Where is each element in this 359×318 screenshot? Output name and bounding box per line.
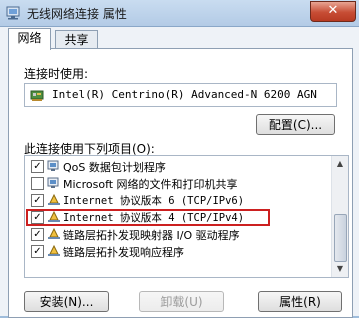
components-list[interactable]: ✓ QoS 数据包计划程序 Microsoft 网络的文件和打印机共享 ✓ In… [24,155,349,278]
list-item-selected[interactable]: ✓ Internet 协议版本 4 (TCP/IPv4) [25,209,331,226]
list-item[interactable]: Microsoft 网络的文件和打印机共享 [25,175,331,192]
connect-using-label: 连接时使用: [24,67,89,81]
uninstall-button[interactable]: 卸载(U) [139,291,224,312]
close-icon: ✕ [327,3,339,18]
network-protocol-icon [48,210,60,222]
tab-sharing[interactable]: 共享 [55,30,98,50]
scroll-down-arrow-icon[interactable]: ▼ [333,262,347,276]
list-item-label: Internet 协议版本 6 (TCP/IPv6) [63,195,245,207]
install-button[interactable]: 安装(N)... [24,291,109,312]
network-connection-icon [6,6,20,20]
list-item[interactable]: ✓ 链路层拓扑发现响应程序 [25,243,331,260]
tab-panel: 连接时使用: Intel(R) Centrino(R) Advanced-N 6… [8,48,353,318]
list-item-label: QoS 数据包计划程序 [63,161,166,174]
configure-button[interactable]: 配置(C)... [256,114,335,135]
title-bar: 无线网络连接 属性 ✕ [0,0,359,27]
list-item[interactable]: ✓ 链路层拓扑发现映射器 I/O 驱动程序 [25,226,331,243]
list-item-label: Microsoft 网络的文件和打印机共享 [63,178,238,191]
tab-network-label: 网络 [17,31,42,45]
properties-button-label: 属性(R) [279,295,321,309]
network-protocol-icon [48,193,60,205]
scroll-up-arrow-icon[interactable]: ▲ [333,157,347,171]
network-service-icon [47,160,59,171]
network-protocol-icon [48,227,60,239]
list-item[interactable]: ✓ QoS 数据包计划程序 [25,158,331,175]
checkbox[interactable]: ✓ [31,211,44,224]
scroll-thumb[interactable] [334,214,347,262]
network-protocol-icon [48,244,60,256]
list-scrollbar[interactable]: ▲ ▼ [331,156,348,277]
tab-sharing-label: 共享 [64,33,89,47]
properties-button[interactable]: 属性(R) [258,291,342,312]
configure-button-label: 配置(C)... [268,118,323,132]
network-adapter-icon [30,90,44,101]
checkbox[interactable]: ✓ [31,160,44,173]
close-button[interactable]: ✕ [310,1,356,22]
network-service-icon [47,177,59,188]
tab-network[interactable]: 网络 [8,28,51,50]
adapter-name: Intel(R) Centrino(R) Advanced-N 6200 AGN [52,88,317,101]
install-button-label: 安装(N)... [39,295,94,309]
list-item-label: 链路层拓扑发现映射器 I/O 驱动程序 [63,229,240,242]
checkbox[interactable]: ✓ [31,194,44,207]
list-item-label: Internet 协议版本 4 (TCP/IPv4) [63,212,245,224]
checkbox[interactable]: ✓ [31,245,44,258]
list-item-label: 链路层拓扑发现响应程序 [63,246,184,259]
checkbox[interactable] [31,177,44,190]
dialog-frame: 网络 共享 连接时使用: Intel(R) Centrino(R) Advanc… [0,27,359,318]
list-item[interactable]: ✓ Internet 协议版本 6 (TCP/IPv6) [25,192,331,209]
uninstall-button-label: 卸载(U) [160,295,203,309]
adapter-field: Intel(R) Centrino(R) Advanced-N 6200 AGN [24,83,337,107]
window-title: 无线网络连接 属性 [27,7,127,21]
checkbox[interactable]: ✓ [31,228,44,241]
